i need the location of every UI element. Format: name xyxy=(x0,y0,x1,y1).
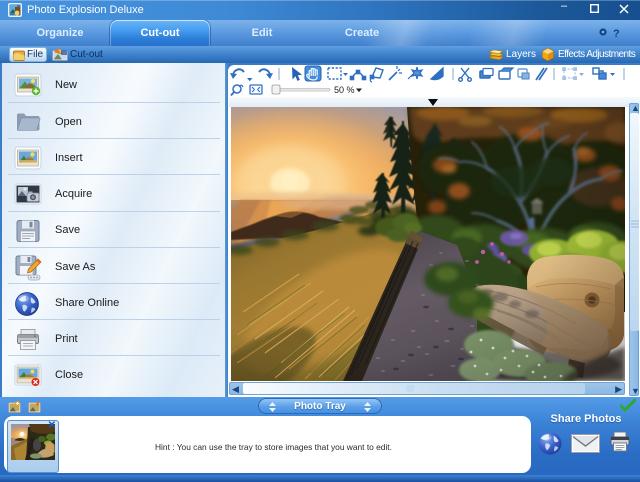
svg-text:50 %: 50 % xyxy=(334,85,355,95)
svg-text:?: ? xyxy=(613,28,620,40)
